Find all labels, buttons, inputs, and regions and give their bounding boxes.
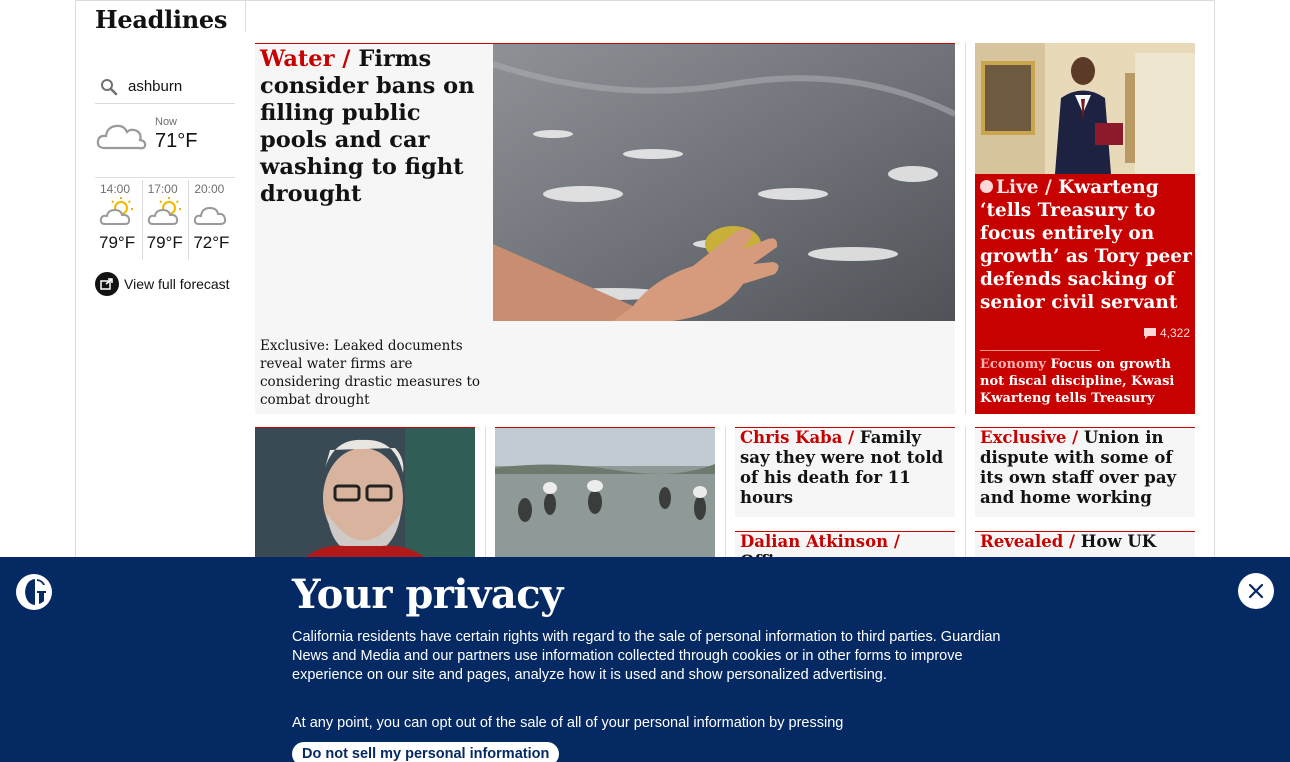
privacy-title: Your privacy xyxy=(292,571,563,618)
comment-icon xyxy=(1143,327,1156,339)
privacy-body: California residents have certain rights… xyxy=(292,629,1001,683)
view-full-forecast-link[interactable]: View full forecast xyxy=(95,272,230,296)
weather-location-search[interactable] xyxy=(95,70,235,104)
divider xyxy=(965,43,966,414)
feature-article-card[interactable]: Water / Firms consider bans on filling p… xyxy=(255,43,955,414)
forecast-time: 20:00 xyxy=(194,182,225,196)
weather-now: Now 71°F xyxy=(95,112,235,178)
related-link[interactable]: Economy Focus on growth not fiscal disci… xyxy=(980,356,1192,407)
article-image xyxy=(495,428,715,559)
divider xyxy=(245,0,246,32)
weather-location-input[interactable] xyxy=(128,78,228,95)
article-headline-text: How UK xyxy=(1075,532,1157,551)
weather-now-temp: 71°F xyxy=(155,130,198,152)
article-card[interactable]: Exclusive / Union in dispute with some o… xyxy=(975,427,1195,517)
article-kicker: Revealed / xyxy=(980,532,1076,551)
weather-forecast: 14:00 79°F 17:00 79°F 20:00 72°F xyxy=(95,180,235,260)
article-card[interactable]: Chris Kaba / Family say they were not to… xyxy=(735,427,955,517)
divider xyxy=(965,427,966,567)
article-headline[interactable]: Revealed / How UK xyxy=(980,532,1192,552)
article-headline[interactable]: Exclusive / Union in dispute with some o… xyxy=(980,428,1192,508)
top-rule xyxy=(75,0,1215,1)
divider xyxy=(725,427,726,567)
feature-image xyxy=(493,44,955,321)
forecast-slot: 14:00 79°F xyxy=(95,180,142,260)
comment-count-value: 4,322 xyxy=(1159,326,1190,340)
cloud-icon xyxy=(96,124,147,150)
feature-kicker: Water / xyxy=(260,46,351,72)
close-icon xyxy=(1248,583,1264,599)
feature-headline[interactable]: Water / Firms consider bans on filling p… xyxy=(260,46,485,208)
article-kicker: Dalian Atkinson / xyxy=(740,532,900,551)
live-kicker: Live / xyxy=(996,177,1052,198)
cloud-icon xyxy=(194,206,227,225)
comment-count[interactable]: 4,322 xyxy=(1143,326,1190,340)
article-card[interactable] xyxy=(255,427,475,567)
privacy-body-optout: At any point, you can opt out of the sal… xyxy=(292,715,844,731)
forecast-time: 14:00 xyxy=(100,182,131,196)
forecast-temp: 72°F xyxy=(193,233,230,252)
article-image xyxy=(255,428,475,559)
weather-now-label: Now xyxy=(155,116,178,128)
forecast-temp: 79°F xyxy=(99,233,136,252)
view-full-forecast-label: View full forecast xyxy=(124,276,230,292)
forecast-slot: 20:00 72°F xyxy=(188,180,235,260)
live-indicator-icon xyxy=(980,180,993,193)
do-not-sell-button[interactable]: Do not sell my personal information xyxy=(292,742,560,762)
feature-standfirst: Exclusive: Leaked documents reveal water… xyxy=(260,338,481,408)
divider xyxy=(485,427,486,567)
partly-sunny-icon xyxy=(147,197,181,225)
article-headline[interactable]: Chris Kaba / Family say they were not to… xyxy=(740,428,952,508)
article-kicker: Exclusive / xyxy=(980,428,1079,447)
live-blog-card[interactable]: Live / Kwarteng ‘tells Treasury to focus… xyxy=(975,43,1195,414)
article-kicker: Chris Kaba / xyxy=(740,428,855,447)
live-blog-image xyxy=(975,43,1195,174)
partly-sunny-icon xyxy=(99,197,133,225)
close-privacy-button[interactable] xyxy=(1238,573,1274,609)
related-kicker: Economy xyxy=(980,357,1046,372)
article-card[interactable] xyxy=(495,427,715,567)
section-title: Headlines xyxy=(95,5,228,34)
external-link-icon xyxy=(95,272,119,296)
forecast-temp: 79°F xyxy=(146,233,183,252)
privacy-banner: Your privacy California residents have c… xyxy=(0,557,1290,762)
guardian-logo-icon xyxy=(16,574,52,610)
divider xyxy=(980,350,1100,351)
forecast-slot: 17:00 79°F xyxy=(141,180,189,260)
live-blog-headline[interactable]: Live / Kwarteng ‘tells Treasury to focus… xyxy=(980,176,1192,314)
search-icon xyxy=(101,78,118,95)
forecast-time: 17:00 xyxy=(147,182,178,196)
